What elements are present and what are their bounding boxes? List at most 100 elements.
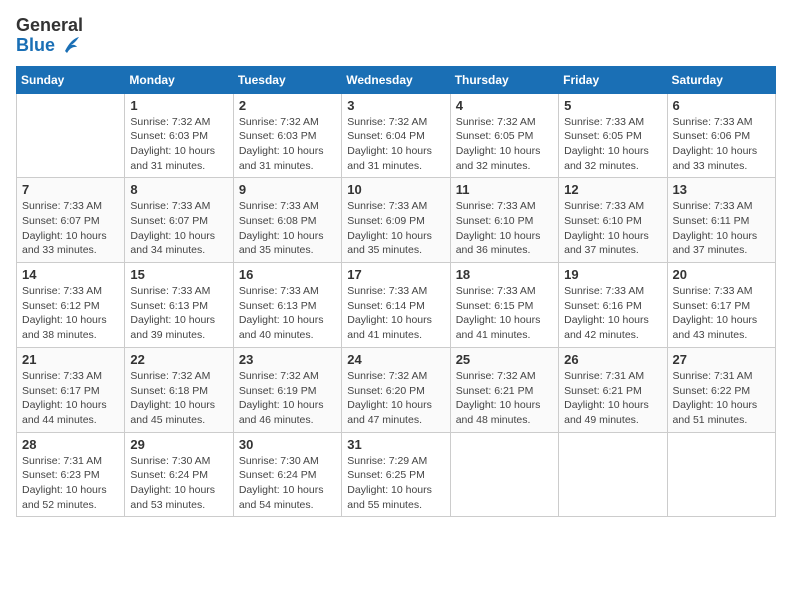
day-info: Sunrise: 7:33 AMSunset: 6:07 PMDaylight:… — [130, 199, 227, 258]
calendar-cell: 28 Sunrise: 7:31 AMSunset: 6:23 PMDayligh… — [17, 432, 125, 517]
calendar-cell: 17Sunrise: 7:33 AMSunset: 6:14 PMDayligh… — [342, 263, 450, 348]
day-info: Sunrise: 7:29 AMSunset: 6:25 PMDaylight:… — [347, 454, 444, 513]
day-info: Sunrise: 7:32 AMSunset: 6:19 PMDaylight:… — [239, 369, 336, 428]
calendar-cell: 9 Sunrise: 7:33 AMSunset: 6:08 PMDaylight… — [233, 178, 341, 263]
day-info: Sunrise: 7:33 AMSunset: 6:07 PMDaylight:… — [22, 199, 119, 258]
day-number: 8 — [130, 182, 227, 197]
calendar-cell: 24 Sunrise: 7:32 AMSunset: 6:20 PMDayligh… — [342, 347, 450, 432]
day-number: 20 — [673, 267, 770, 282]
calendar-week-5: 28 Sunrise: 7:31 AMSunset: 6:23 PMDayligh… — [17, 432, 776, 517]
logo-bird-icon — [57, 37, 79, 55]
calendar-cell: 23 Sunrise: 7:32 AMSunset: 6:19 PMDayligh… — [233, 347, 341, 432]
logo-blue: Blue — [16, 36, 55, 56]
day-number: 13 — [673, 182, 770, 197]
calendar-cell: 6 Sunrise: 7:33 AMSunset: 6:06 PMDaylight… — [667, 93, 775, 178]
day-info: Sunrise: 7:33 AMSunset: 6:09 PMDaylight:… — [347, 199, 444, 258]
day-number: 15 — [130, 267, 227, 282]
calendar-cell: 13 Sunrise: 7:33 AMSunset: 6:11 PMDayligh… — [667, 178, 775, 263]
day-number: 21 — [22, 352, 119, 367]
day-info: Sunrise: 7:33 AMSunset: 6:06 PMDaylight:… — [673, 115, 770, 174]
calendar-cell: 29Sunrise: 7:30 AMSunset: 6:24 PMDayligh… — [125, 432, 233, 517]
calendar-cell: 16 Sunrise: 7:33 AMSunset: 6:13 PMDayligh… — [233, 263, 341, 348]
day-header-saturday: Saturday — [667, 66, 775, 93]
day-number: 7 — [22, 182, 119, 197]
calendar-week-2: 7 Sunrise: 7:33 AMSunset: 6:07 PMDaylight… — [17, 178, 776, 263]
logo-wordmark: General Blue — [16, 16, 83, 56]
day-header-sunday: Sunday — [17, 66, 125, 93]
day-number: 1 — [130, 98, 227, 113]
day-number: 25 — [456, 352, 553, 367]
calendar-cell: 2 Sunrise: 7:32 AMSunset: 6:03 PMDaylight… — [233, 93, 341, 178]
day-info: Sunrise: 7:31 AMSunset: 6:23 PMDaylight:… — [22, 454, 119, 513]
calendar-cell: 4Sunrise: 7:32 AMSunset: 6:05 PMDaylight… — [450, 93, 558, 178]
day-info: Sunrise: 7:33 AMSunset: 6:17 PMDaylight:… — [673, 284, 770, 343]
day-info: Sunrise: 7:33 AMSunset: 6:05 PMDaylight:… — [564, 115, 661, 174]
calendar-cell: 8 Sunrise: 7:33 AMSunset: 6:07 PMDaylight… — [125, 178, 233, 263]
day-info: Sunrise: 7:30 AMSunset: 6:24 PMDaylight:… — [239, 454, 336, 513]
day-number: 28 — [22, 437, 119, 452]
day-number: 17 — [347, 267, 444, 282]
calendar-cell: 15Sunrise: 7:33 AMSunset: 6:13 PMDayligh… — [125, 263, 233, 348]
day-header-monday: Monday — [125, 66, 233, 93]
calendar-cell: 12 Sunrise: 7:33 AMSunset: 6:10 PMDayligh… — [559, 178, 667, 263]
calendar-week-1: 1 Sunrise: 7:32 AMSunset: 6:03 PMDaylight… — [17, 93, 776, 178]
calendar-cell — [667, 432, 775, 517]
day-info: Sunrise: 7:33 AMSunset: 6:16 PMDaylight:… — [564, 284, 661, 343]
day-info: Sunrise: 7:33 AMSunset: 6:15 PMDaylight:… — [456, 284, 553, 343]
logo-general: General — [16, 16, 83, 36]
day-header-thursday: Thursday — [450, 66, 558, 93]
day-info: Sunrise: 7:33 AMSunset: 6:08 PMDaylight:… — [239, 199, 336, 258]
calendar-cell: 22Sunrise: 7:32 AMSunset: 6:18 PMDayligh… — [125, 347, 233, 432]
day-number: 19 — [564, 267, 661, 282]
day-info: Sunrise: 7:33 AMSunset: 6:10 PMDaylight:… — [456, 199, 553, 258]
day-number: 9 — [239, 182, 336, 197]
calendar-week-4: 21Sunrise: 7:33 AMSunset: 6:17 PMDayligh… — [17, 347, 776, 432]
day-info: Sunrise: 7:33 AMSunset: 6:10 PMDaylight:… — [564, 199, 661, 258]
logo: General Blue — [16, 16, 83, 56]
day-number: 24 — [347, 352, 444, 367]
day-info: Sunrise: 7:32 AMSunset: 6:03 PMDaylight:… — [239, 115, 336, 174]
day-info: Sunrise: 7:32 AMSunset: 6:05 PMDaylight:… — [456, 115, 553, 174]
calendar-cell: 30 Sunrise: 7:30 AMSunset: 6:24 PMDayligh… — [233, 432, 341, 517]
day-number: 18 — [456, 267, 553, 282]
day-number: 16 — [239, 267, 336, 282]
day-number: 12 — [564, 182, 661, 197]
day-number: 23 — [239, 352, 336, 367]
day-info: Sunrise: 7:32 AMSunset: 6:21 PMDaylight:… — [456, 369, 553, 428]
day-info: Sunrise: 7:32 AMSunset: 6:04 PMDaylight:… — [347, 115, 444, 174]
day-info: Sunrise: 7:32 AMSunset: 6:20 PMDaylight:… — [347, 369, 444, 428]
calendar-cell: 18 Sunrise: 7:33 AMSunset: 6:15 PMDayligh… — [450, 263, 558, 348]
day-number: 29 — [130, 437, 227, 452]
calendar-cell: 11 Sunrise: 7:33 AMSunset: 6:10 PMDayligh… — [450, 178, 558, 263]
day-number: 5 — [564, 98, 661, 113]
day-number: 22 — [130, 352, 227, 367]
day-info: Sunrise: 7:33 AMSunset: 6:12 PMDaylight:… — [22, 284, 119, 343]
day-info: Sunrise: 7:33 AMSunset: 6:11 PMDaylight:… — [673, 199, 770, 258]
day-headers-row: SundayMondayTuesdayWednesdayThursdayFrid… — [17, 66, 776, 93]
calendar-week-3: 14 Sunrise: 7:33 AMSunset: 6:12 PMDayligh… — [17, 263, 776, 348]
day-info: Sunrise: 7:33 AMSunset: 6:13 PMDaylight:… — [239, 284, 336, 343]
day-info: Sunrise: 7:32 AMSunset: 6:03 PMDaylight:… — [130, 115, 227, 174]
calendar-table: SundayMondayTuesdayWednesdayThursdayFrid… — [16, 66, 776, 518]
day-number: 31 — [347, 437, 444, 452]
calendar-cell: 1 Sunrise: 7:32 AMSunset: 6:03 PMDaylight… — [125, 93, 233, 178]
calendar-cell — [559, 432, 667, 517]
calendar-cell: 20 Sunrise: 7:33 AMSunset: 6:17 PMDayligh… — [667, 263, 775, 348]
day-number: 27 — [673, 352, 770, 367]
calendar-cell — [450, 432, 558, 517]
day-info: Sunrise: 7:31 AMSunset: 6:21 PMDaylight:… — [564, 369, 661, 428]
calendar-cell: 7 Sunrise: 7:33 AMSunset: 6:07 PMDaylight… — [17, 178, 125, 263]
calendar-cell — [17, 93, 125, 178]
calendar-cell: 31 Sunrise: 7:29 AMSunset: 6:25 PMDayligh… — [342, 432, 450, 517]
day-info: Sunrise: 7:31 AMSunset: 6:22 PMDaylight:… — [673, 369, 770, 428]
calendar-cell: 14 Sunrise: 7:33 AMSunset: 6:12 PMDayligh… — [17, 263, 125, 348]
day-number: 6 — [673, 98, 770, 113]
calendar-cell: 21Sunrise: 7:33 AMSunset: 6:17 PMDayligh… — [17, 347, 125, 432]
day-number: 3 — [347, 98, 444, 113]
calendar-cell: 26Sunrise: 7:31 AMSunset: 6:21 PMDayligh… — [559, 347, 667, 432]
day-number: 2 — [239, 98, 336, 113]
day-number: 30 — [239, 437, 336, 452]
day-number: 14 — [22, 267, 119, 282]
day-number: 11 — [456, 182, 553, 197]
day-header-tuesday: Tuesday — [233, 66, 341, 93]
